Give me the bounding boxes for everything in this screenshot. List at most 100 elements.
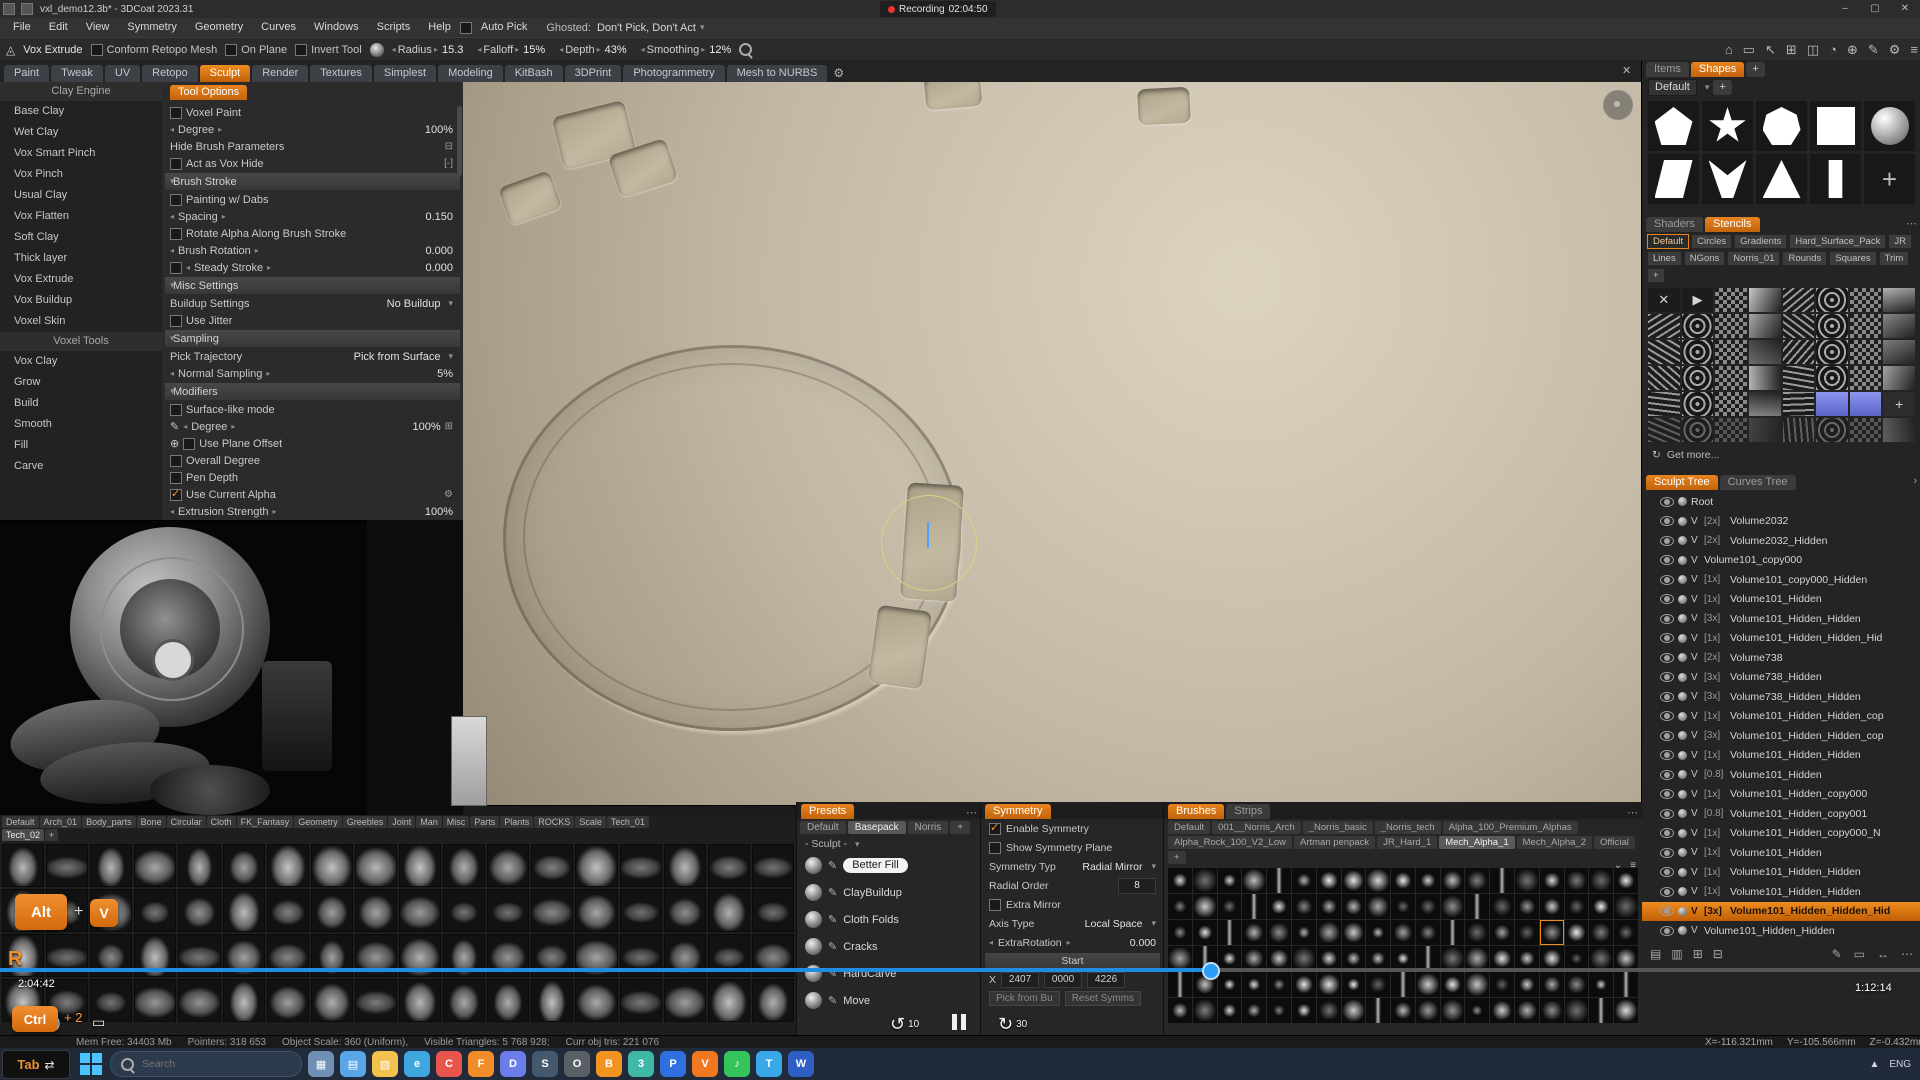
- model-thumbnail[interactable]: [223, 844, 265, 887]
- spin-left-icon[interactable]: ◂: [186, 263, 190, 272]
- visibility-eye-icon[interactable]: [1660, 711, 1674, 721]
- coord-value[interactable]: 0000: [1044, 972, 1082, 988]
- taskbar-app-icon[interactable]: F: [468, 1051, 494, 1077]
- brush-thumbnail[interactable]: [1342, 972, 1366, 997]
- layer-name[interactable]: Volume738_Hidden_Hidden: [1730, 691, 1861, 703]
- model-category-tab[interactable]: Geometry: [294, 816, 342, 828]
- tool-option-row[interactable]: Surface-like mode: [162, 401, 463, 418]
- add-stencil-button[interactable]: +: [1883, 392, 1915, 416]
- brush-thumbnail[interactable]: [1242, 972, 1266, 997]
- close-button[interactable]: ✕: [1890, 0, 1920, 18]
- tool-option-row[interactable]: Act as Vox Hide [-]: [162, 155, 463, 172]
- stencil-thumbnail[interactable]: [1783, 314, 1815, 338]
- brush-thumbnail[interactable]: [1242, 920, 1266, 945]
- shader-ball-icon[interactable]: [1678, 673, 1687, 682]
- brush-thumbnail[interactable]: [1168, 920, 1192, 945]
- taskbar-app-icon[interactable]: ▦: [308, 1051, 334, 1077]
- brush-thumbnail[interactable]: [1391, 972, 1415, 997]
- shader-ball-icon[interactable]: [1678, 731, 1687, 740]
- shape-cell[interactable]: [1810, 154, 1861, 204]
- model-thumbnail[interactable]: [575, 979, 617, 1022]
- tool-param-spinner[interactable]: ◂ Depth ▸ 43%: [559, 44, 626, 56]
- brush-thumbnail[interactable]: [1465, 868, 1489, 893]
- stencil-thumbnail[interactable]: [1749, 418, 1781, 442]
- brush-thumbnail[interactable]: [1490, 972, 1514, 997]
- stencil-thumbnail[interactable]: [1648, 366, 1680, 390]
- visibility-eye-icon[interactable]: [1660, 789, 1674, 799]
- stencil-thumbnail[interactable]: [1850, 288, 1882, 312]
- extra-rotation-value[interactable]: 0.000: [1130, 937, 1156, 949]
- tool-list-item[interactable]: Base Clay: [0, 101, 162, 122]
- brush-pack-tab[interactable]: Default: [1168, 821, 1210, 834]
- panel-menu-icon[interactable]: ⋯: [1906, 217, 1917, 232]
- tool-option-row[interactable]: ✎ ◂ Degree ▸ 100% ⊞: [162, 418, 463, 435]
- add-shape-button[interactable]: +: [1713, 80, 1731, 95]
- tool-param-spinner[interactable]: ◂ Falloff ▸ 15%: [477, 44, 545, 56]
- tool-list-item[interactable]: Vox Clay: [0, 351, 162, 372]
- shape-cell[interactable]: [1702, 101, 1753, 151]
- stencil-thumbnail[interactable]: [1883, 314, 1915, 338]
- chevron-down-icon[interactable]: ▾: [1151, 861, 1156, 872]
- sculpt-tree-row[interactable]: V [2x] Volume738: [1642, 648, 1920, 668]
- model-thumbnail[interactable]: [708, 979, 750, 1022]
- tool-list-item[interactable]: Vox Flatten: [0, 206, 162, 227]
- taskbar-app-icon[interactable]: V: [692, 1051, 718, 1077]
- layer-name[interactable]: Volume101_Hidden_Hidden: [1730, 886, 1861, 898]
- brush-thumbnail[interactable]: [1441, 972, 1465, 997]
- option-checkbox[interactable]: [170, 194, 182, 206]
- menu-item[interactable]: Geometry: [186, 18, 252, 37]
- visibility-eye-icon[interactable]: [1660, 906, 1674, 916]
- tool-option-row[interactable]: ◂ Normal Sampling ▸ 5%: [162, 365, 463, 382]
- spin-left-icon[interactable]: ◂: [170, 507, 174, 516]
- panel-menu-icon[interactable]: ⋯: [966, 806, 977, 819]
- chevron-down-icon[interactable]: ▾: [448, 351, 453, 362]
- conform-retopo-checkbox[interactable]: [91, 44, 103, 56]
- model-category-tab[interactable]: Tech_02: [2, 829, 44, 841]
- shader-ball-icon[interactable]: [1678, 712, 1687, 721]
- stencil-thumbnail[interactable]: [1783, 392, 1815, 416]
- 3d-viewport[interactable]: [463, 82, 1641, 806]
- shader-ball-icon[interactable]: [1678, 751, 1687, 760]
- stencil-thumbnail[interactable]: [1850, 314, 1882, 338]
- brush-pack-tab[interactable]: Alpha_Rock_100_V2_Low: [1168, 836, 1292, 849]
- viewport-navigation-gizmo[interactable]: [1603, 90, 1633, 120]
- brush-thumbnail[interactable]: [1614, 894, 1638, 919]
- brush-thumbnail[interactable]: [1391, 998, 1415, 1023]
- shader-ball-icon[interactable]: [1678, 497, 1687, 506]
- option-value[interactable]: No Buildup: [387, 298, 441, 310]
- sculpt-tree-row[interactable]: V [1x] Volume101_Hidden_Hidden: [1642, 882, 1920, 902]
- model-category-tab[interactable]: Scale: [575, 816, 606, 828]
- tool-option-row[interactable]: Voxel Paint: [162, 104, 463, 121]
- spin-right-icon[interactable]: ▸: [222, 212, 226, 221]
- model-thumbnail[interactable]: [134, 844, 176, 887]
- model-category-tab[interactable]: FK_Fantasy: [237, 816, 294, 828]
- spin-right-icon[interactable]: ▸: [255, 246, 259, 255]
- sculpt-tree-row[interactable]: V [3x] Volume738_Hidden_Hidden: [1642, 687, 1920, 707]
- brush-pack-tab[interactable]: 001__Norris_Arch: [1212, 821, 1301, 834]
- brush-thumbnail[interactable]: [1614, 920, 1638, 945]
- option-extra-icon[interactable]: ⚙: [444, 489, 453, 500]
- model-thumbnail[interactable]: [311, 844, 353, 887]
- brush-thumbnail[interactable]: [1589, 920, 1613, 945]
- tool-list-item[interactable]: Carve: [0, 456, 162, 477]
- taskbar-app-icon[interactable]: B: [596, 1051, 622, 1077]
- taskbar-app-icon[interactable]: W: [788, 1051, 814, 1077]
- brush-thumbnail[interactable]: [1218, 998, 1242, 1023]
- brush-thumbnail[interactable]: [1416, 972, 1440, 997]
- toolbar-icon[interactable]: ≡: [1910, 42, 1918, 57]
- brush-thumbnail[interactable]: [1366, 998, 1390, 1023]
- stencil-thumbnail[interactable]: [1715, 418, 1747, 442]
- chevron-right-icon[interactable]: ›: [1913, 475, 1917, 490]
- toolbar-icon[interactable]: ⌂: [1725, 42, 1733, 57]
- sculpt-tree-row[interactable]: V [0.8] Volume101_Hidden: [1642, 765, 1920, 785]
- tool-option-row[interactable]: Hide Brush Parameters ⊟: [162, 138, 463, 155]
- spin-left-icon[interactable]: ◂: [183, 422, 187, 431]
- brush-pack-tab[interactable]: _Norris_tech: [1375, 821, 1441, 834]
- tool-option-row[interactable]: Buildup Settings No Buildup ▾: [162, 295, 463, 312]
- layer-name[interactable]: Volume101_Hidden: [1730, 593, 1822, 605]
- model-category-tab[interactable]: ROCKS: [534, 816, 574, 828]
- stencil-category[interactable]: Rounds: [1782, 251, 1827, 266]
- model-thumbnail[interactable]: [487, 889, 529, 932]
- stencil-thumbnail[interactable]: [1783, 418, 1815, 442]
- sculpt-tree-row[interactable]: V [2x] Volume2032: [1642, 512, 1920, 532]
